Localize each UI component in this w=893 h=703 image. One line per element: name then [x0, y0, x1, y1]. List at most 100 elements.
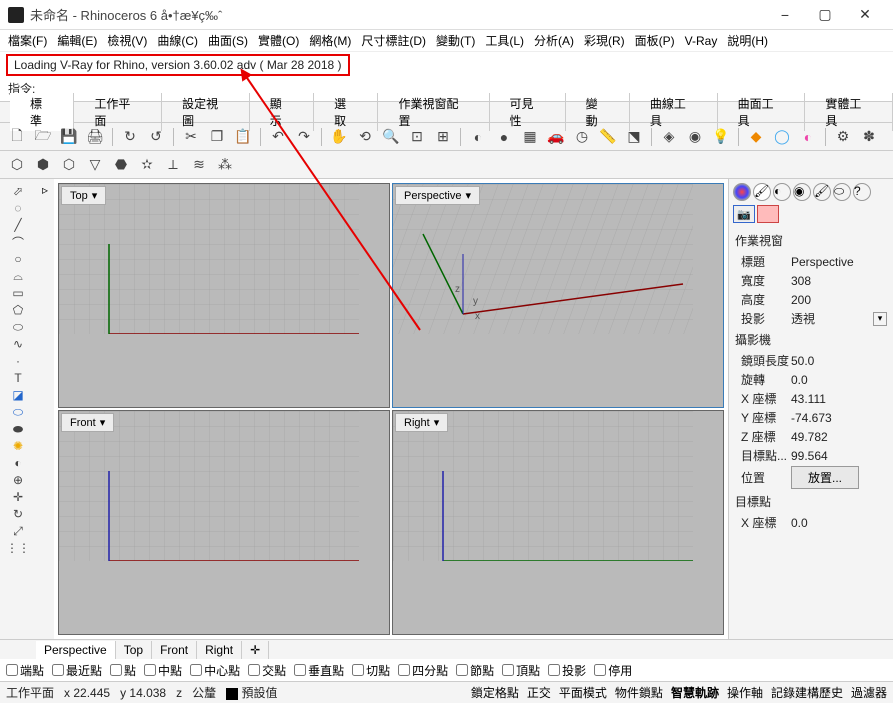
import-button[interactable]: ↻ — [119, 126, 141, 148]
curve-tool[interactable]: ∿ — [10, 336, 26, 352]
status-toggle[interactable]: 過濾器 — [851, 684, 887, 701]
sphere-tool[interactable]: ⬬ — [10, 421, 26, 437]
redo-button[interactable]: ↷ — [293, 126, 315, 148]
viewport-perspective[interactable]: x y z Perspective▾ — [392, 183, 724, 408]
rotate-tool[interactable]: ↻ — [10, 506, 26, 522]
cylinder-tool[interactable]: ⬭ — [10, 404, 26, 420]
viewport-right[interactable]: y z Right▾ — [392, 410, 724, 635]
panel-tab[interactable] — [733, 183, 751, 201]
display-icon[interactable] — [757, 205, 779, 223]
osnap-option[interactable]: 最近點 — [52, 662, 102, 679]
panel-tab[interactable]: 🖌 — [813, 183, 831, 201]
car-icon[interactable]: 🚗 — [545, 126, 567, 148]
rotate-button[interactable]: ⟲ — [354, 126, 376, 148]
property-value[interactable]: 0.0 — [791, 373, 887, 387]
viewport-title[interactable]: Perspective▾ — [395, 186, 480, 205]
export-button[interactable]: ↺ — [145, 126, 167, 148]
rectangle-tool[interactable]: ▭ — [10, 285, 26, 301]
help-button[interactable]: ✽ — [858, 126, 880, 148]
undo-button[interactable]: ↶ — [267, 126, 289, 148]
osnap-option[interactable]: 停用 — [594, 662, 632, 679]
viewport-tab[interactable]: Perspective — [36, 641, 116, 659]
arc-tool[interactable]: ⌓ — [10, 268, 26, 284]
osnap-option[interactable]: 交點 — [248, 662, 286, 679]
spotlight-button[interactable]: ⬔ — [623, 126, 645, 148]
osnap-option[interactable]: 投影 — [548, 662, 586, 679]
property-value[interactable]: 49.782 — [791, 430, 887, 444]
status-toggle[interactable]: 操作軸 — [727, 684, 763, 701]
property-value[interactable]: 透視 — [791, 310, 873, 327]
point-tool[interactable]: · — [10, 353, 26, 369]
cplane-3pt-button[interactable]: ⬡ — [58, 154, 80, 176]
minimize-button[interactable]: − — [765, 3, 805, 27]
menu-item[interactable]: 網格(M) — [305, 30, 355, 51]
panel-tab[interactable]: ⬭ — [833, 183, 851, 201]
osnap-option[interactable]: 端點 — [6, 662, 44, 679]
menu-item[interactable]: V-Ray — [681, 32, 722, 50]
quad-button[interactable]: ▦ — [519, 126, 541, 148]
status-toggle[interactable]: 記錄建構歷史 — [771, 684, 843, 701]
viewport-title[interactable]: Top▾ — [61, 186, 106, 205]
viewport-title[interactable]: Front▾ — [61, 413, 114, 432]
texture-button[interactable]: ◐ — [797, 126, 819, 148]
light-button[interactable]: 💡 — [710, 126, 732, 148]
osnap-option[interactable]: 節點 — [456, 662, 494, 679]
camera-icon[interactable]: 📷 — [733, 205, 755, 223]
property-value[interactable]: 308 — [791, 274, 887, 288]
circle-tool[interactable]: ○ — [10, 251, 26, 267]
menu-item[interactable]: 檔案(F) — [4, 30, 51, 51]
materials-button[interactable]: ◆ — [745, 126, 767, 148]
osnap-option[interactable]: 四分點 — [398, 662, 448, 679]
cplane-xy-button[interactable]: ⬢ — [32, 154, 54, 176]
text-tool[interactable]: T — [10, 370, 26, 386]
osnap-option[interactable]: 垂直點 — [294, 662, 344, 679]
properties-button[interactable]: ◉ — [684, 126, 706, 148]
move-tool[interactable]: ✛ — [10, 489, 26, 505]
osnap-option[interactable]: 中心點 — [190, 662, 240, 679]
pan-button[interactable]: ✋ — [328, 126, 350, 148]
shade-button[interactable]: ◐ — [467, 126, 489, 148]
tool-flyout[interactable]: ▹ — [42, 183, 48, 197]
zoom-button[interactable]: 🔍 — [380, 126, 402, 148]
status-toggle[interactable]: 鎖定格點 — [471, 684, 519, 701]
osnap-option[interactable]: 頂點 — [502, 662, 540, 679]
maximize-button[interactable]: ▢ — [805, 3, 845, 27]
explode-tool[interactable]: ✺ — [10, 438, 26, 454]
osnap-option[interactable]: 中點 — [144, 662, 182, 679]
osnap-option[interactable]: 切點 — [352, 662, 390, 679]
polyline-tool[interactable]: ⌒ — [10, 234, 26, 250]
place-button[interactable]: 放置... — [791, 466, 859, 489]
menu-item[interactable]: 工具(L) — [481, 30, 528, 51]
property-value[interactable]: 200 — [791, 293, 887, 307]
menu-item[interactable]: 曲線(C) — [153, 30, 202, 51]
cplane-zaxis-button[interactable]: ▽ — [84, 154, 106, 176]
menu-item[interactable]: 檢視(V) — [103, 30, 151, 51]
viewport-tab[interactable]: ✛ — [242, 641, 269, 659]
zoom-extents-button[interactable]: ⊡ — [406, 126, 428, 148]
status-toggle[interactable]: 平面模式 — [559, 684, 607, 701]
array-tool[interactable]: ⋮⋮ — [10, 540, 26, 556]
viewport-top[interactable]: x y Top▾ — [58, 183, 390, 408]
osnap-option[interactable]: 點 — [110, 662, 136, 679]
menu-item[interactable]: 曲面(S) — [204, 30, 252, 51]
cplane-button[interactable]: ⬡ — [6, 154, 28, 176]
status-toggle[interactable]: 物件鎖點 — [615, 684, 663, 701]
copy-button[interactable]: ❐ — [206, 126, 228, 148]
menu-item[interactable]: 尺寸標註(D) — [357, 30, 430, 51]
viewport-tab[interactable]: Top — [116, 641, 152, 659]
property-value[interactable]: -74.673 — [791, 411, 887, 425]
cplane-rotate-button[interactable]: ⬣ — [110, 154, 132, 176]
menu-item[interactable]: 編輯(E) — [53, 30, 101, 51]
pointer-tool[interactable]: ⬀ — [10, 183, 26, 199]
join-tool[interactable]: ⊕ — [10, 472, 26, 488]
line-tool[interactable]: ╱ — [10, 217, 26, 233]
layer-button[interactable]: ◈ — [658, 126, 680, 148]
ruler-button[interactable]: 📏 — [597, 126, 619, 148]
status-toggle[interactable]: 智慧軌跡 — [671, 684, 719, 701]
ellipse-tool[interactable]: ⬭ — [10, 319, 26, 335]
environment-button[interactable]: ◯ — [771, 126, 793, 148]
paste-button[interactable]: 📋 — [232, 126, 254, 148]
scale-tool[interactable]: ⤢ — [10, 523, 26, 539]
cplane-obj-button[interactable]: ✫ — [136, 154, 158, 176]
cplane-prev-button[interactable]: ⟂ — [162, 154, 184, 176]
